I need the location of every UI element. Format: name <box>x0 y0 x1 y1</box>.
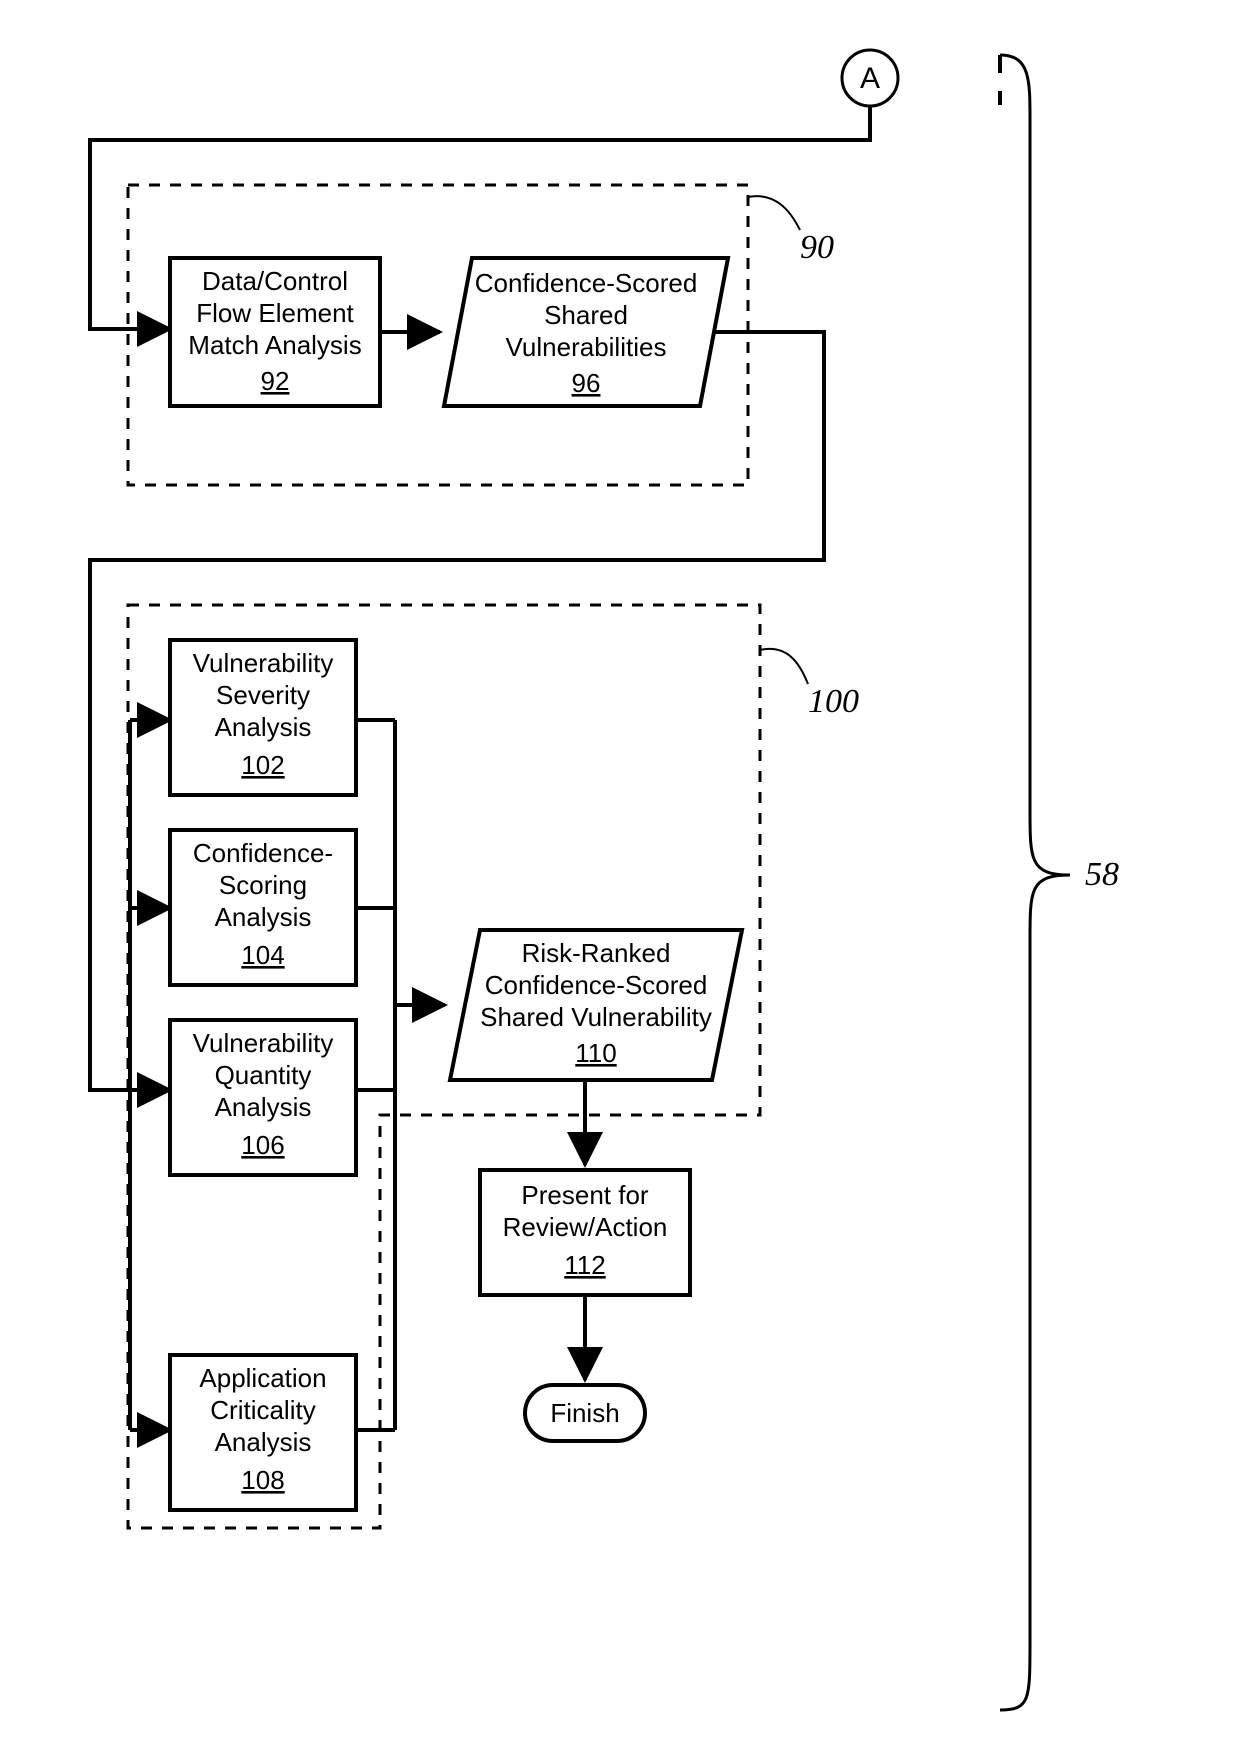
svg-text:Criticality: Criticality <box>210 1395 315 1425</box>
svg-text:Analysis: Analysis <box>215 1092 312 1122</box>
group-90-label: 90 <box>800 229 834 266</box>
node-102: Vulnerability Severity Analysis 102 <box>170 640 356 795</box>
svg-text:Analysis: Analysis <box>215 1427 312 1457</box>
svg-text:102: 102 <box>241 750 284 780</box>
connector-A: A <box>842 50 898 106</box>
svg-text:Vulnerability: Vulnerability <box>193 648 334 678</box>
svg-text:Quantity: Quantity <box>215 1060 312 1090</box>
svg-text:Vulnerability: Vulnerability <box>193 1028 334 1058</box>
node-110: Risk-Ranked Confidence-Scored Shared Vul… <box>450 930 742 1080</box>
svg-text:Shared Vulnerability: Shared Vulnerability <box>480 1002 712 1032</box>
svg-text:Flow Element: Flow Element <box>196 298 354 328</box>
svg-text:Analysis: Analysis <box>215 712 312 742</box>
svg-text:Scoring: Scoring <box>219 870 307 900</box>
svg-text:Analysis: Analysis <box>215 902 312 932</box>
node-96: Confidence-Scored Shared Vulnerabilities… <box>444 258 728 406</box>
svg-text:Severity: Severity <box>216 680 310 710</box>
svg-text:Review/Action: Review/Action <box>503 1212 668 1242</box>
svg-text:106: 106 <box>241 1130 284 1160</box>
svg-text:108: 108 <box>241 1465 284 1495</box>
svg-text:Confidence-Scored: Confidence-Scored <box>475 268 698 298</box>
svg-text:Finish: Finish <box>550 1398 619 1428</box>
terminator-finish: Finish <box>525 1385 645 1441</box>
svg-text:104: 104 <box>241 940 284 970</box>
svg-text:Shared: Shared <box>544 300 628 330</box>
svg-text:92: 92 <box>261 366 290 396</box>
group-100-leader <box>760 649 808 684</box>
svg-text:110: 110 <box>575 1038 616 1068</box>
svg-text:Data/Control: Data/Control <box>202 266 348 296</box>
svg-text:Confidence-Scored: Confidence-Scored <box>485 970 708 1000</box>
group-100-label: 100 <box>808 683 859 720</box>
node-106: Vulnerability Quantity Analysis 106 <box>170 1020 356 1175</box>
svg-text:Risk-Ranked: Risk-Ranked <box>522 938 671 968</box>
svg-text:Present for: Present for <box>521 1180 649 1210</box>
node-92: Data/Control Flow Element Match Analysis… <box>170 258 380 406</box>
brace-58-label: 58 <box>1085 856 1119 893</box>
svg-text:Vulnerabilities: Vulnerabilities <box>506 332 667 362</box>
svg-text:Confidence-: Confidence- <box>193 838 333 868</box>
svg-text:112: 112 <box>564 1250 605 1280</box>
svg-text:96: 96 <box>572 368 601 398</box>
svg-text:Match Analysis: Match Analysis <box>188 330 361 360</box>
node-104: Confidence- Scoring Analysis 104 <box>170 830 356 985</box>
group-90-leader <box>748 196 800 230</box>
svg-text:Application: Application <box>199 1363 326 1393</box>
node-112: Present for Review/Action 112 <box>480 1170 690 1295</box>
node-108: Application Criticality Analysis 108 <box>170 1355 356 1510</box>
brace-58: 58 <box>1000 55 1119 1710</box>
connector-A-label: A <box>860 62 880 95</box>
